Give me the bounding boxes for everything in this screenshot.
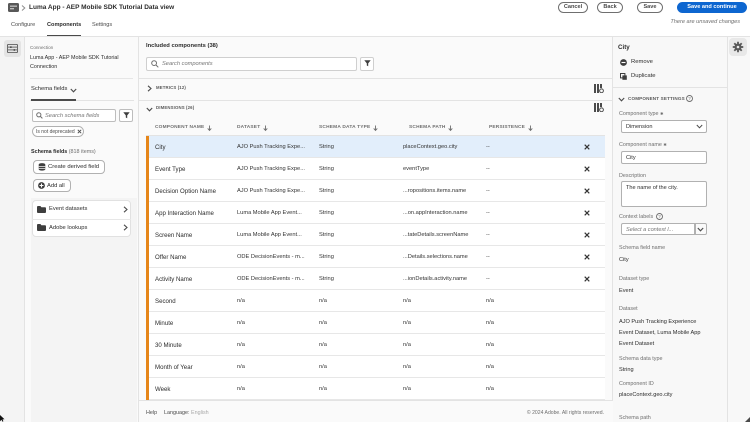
svg-text:?: ? xyxy=(658,214,661,219)
svg-text:?: ? xyxy=(688,96,691,101)
